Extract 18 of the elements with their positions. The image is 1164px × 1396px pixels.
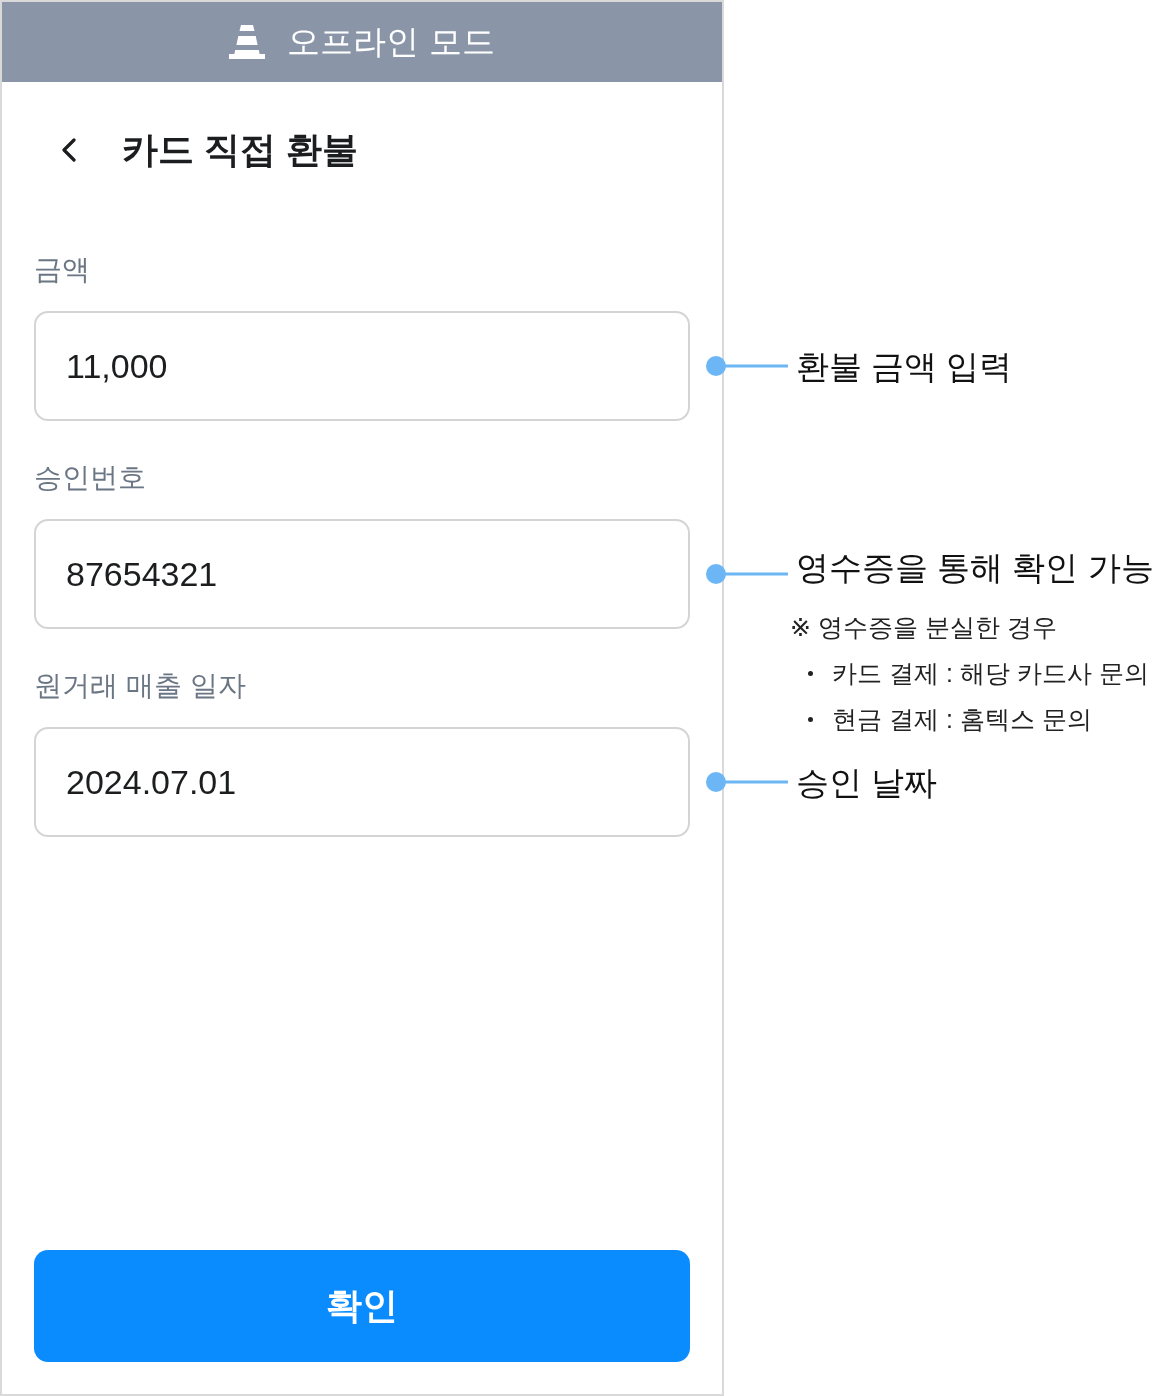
banner-text: 오프라인 모드 xyxy=(287,22,495,63)
field-label: 승인번호 xyxy=(34,461,146,495)
field-label: 원거래 매출 일자 xyxy=(34,669,246,703)
annotation-text: 환불 금액 입력 xyxy=(796,349,1013,383)
input-field[interactable]: 11,000 xyxy=(34,311,690,421)
annotation-note: 카드 결제 : 해당 카드사 문의 xyxy=(832,658,1149,689)
annotation-text: 승인 날짜 xyxy=(796,765,938,799)
bullet-icon xyxy=(808,716,813,722)
input-field[interactable]: 87654321 xyxy=(34,519,690,629)
annotation-note: 현금 결제 : 홈텍스 문의 xyxy=(832,704,1092,735)
annotation-text: 영수증을 통해 확인 가능 xyxy=(796,550,1154,584)
bullet-icon xyxy=(808,670,813,676)
page-title: 카드 직접 환불 xyxy=(122,128,358,172)
traffic-cone-icon xyxy=(229,25,266,59)
input-field[interactable]: 2024.07.01 xyxy=(34,727,690,837)
chevron-left-icon xyxy=(60,138,78,162)
annotation-note: ※ 영수증을 분실한 경우 xyxy=(790,612,1057,643)
field-label: 금액 xyxy=(34,253,90,287)
